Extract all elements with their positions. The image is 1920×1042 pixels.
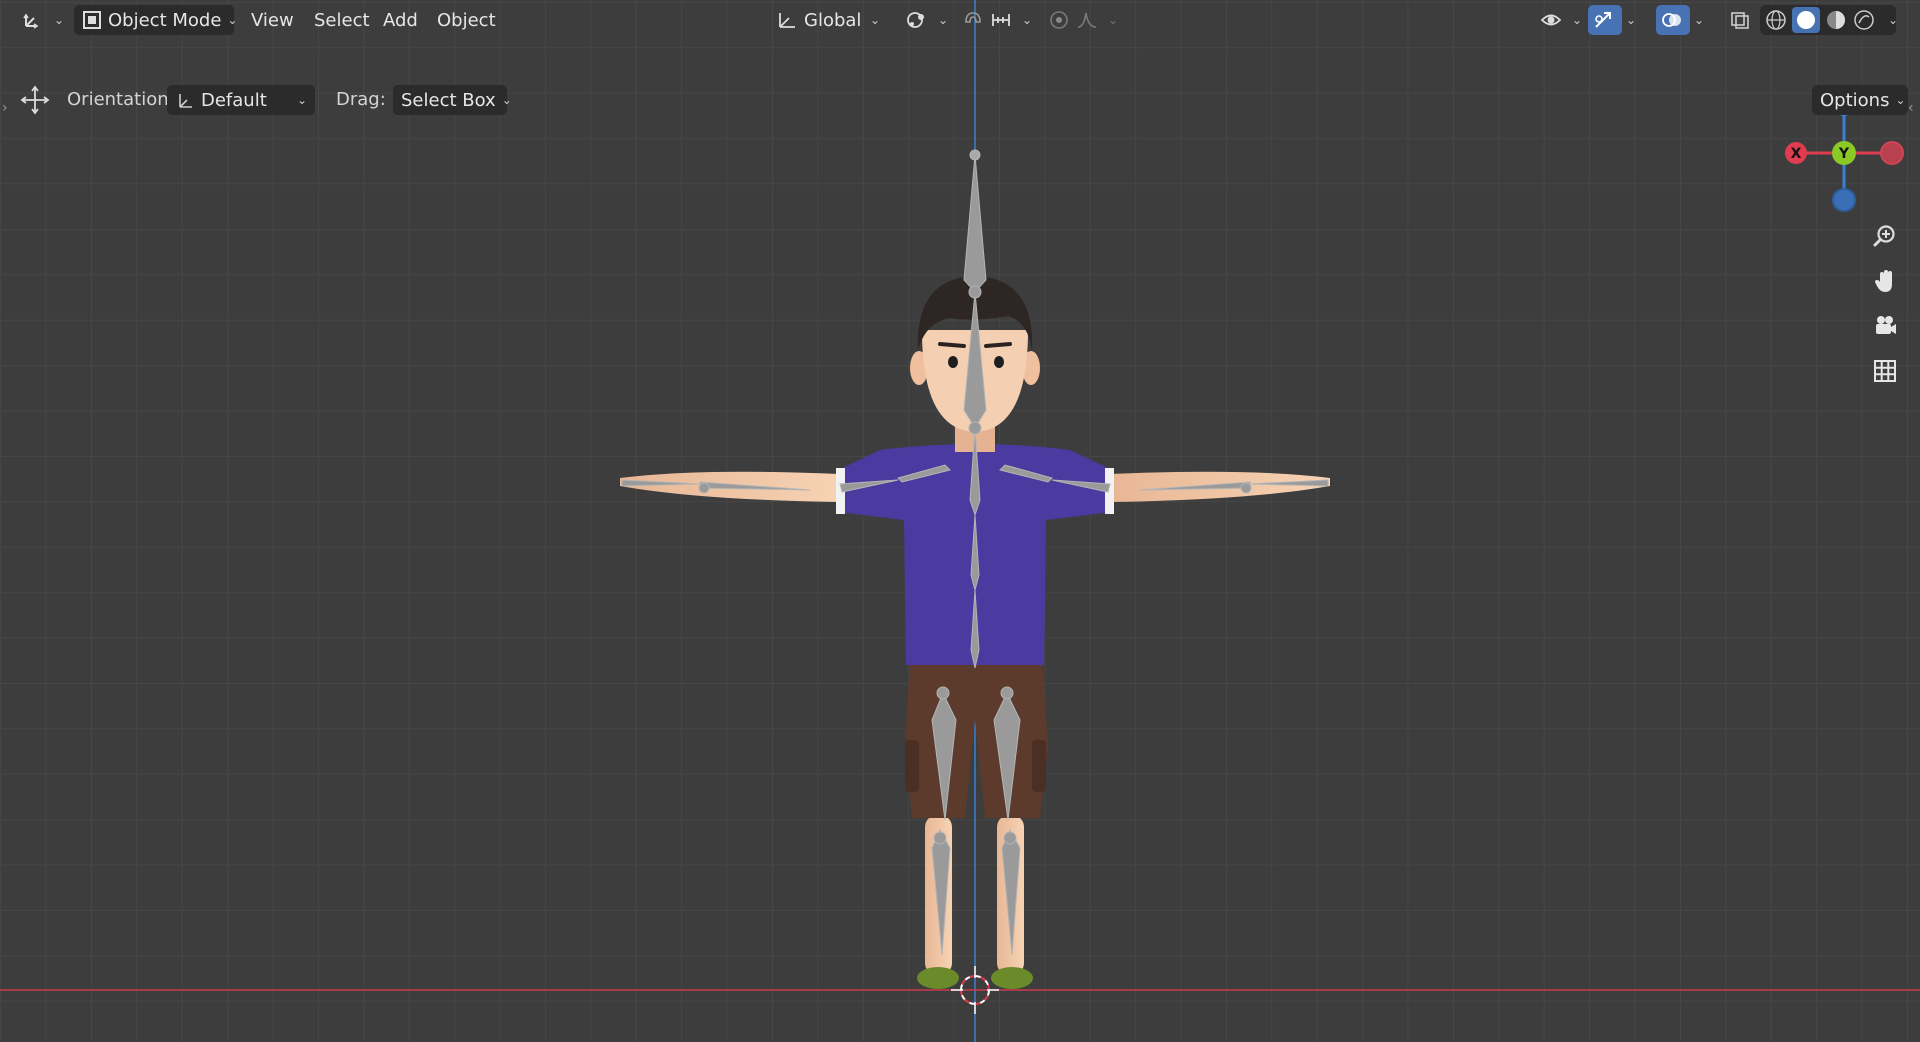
shading-mode-group: [1760, 5, 1896, 35]
pan-button[interactable]: [1866, 262, 1904, 300]
camera-icon: [1872, 313, 1898, 339]
object-mode-dropdown[interactable]: Object Mode ⌄: [74, 5, 237, 35]
toolbar-expand-arrow-icon[interactable]: ›: [2, 100, 8, 116]
left-shoe: [917, 967, 959, 989]
transform-orientation-icon: [776, 10, 798, 30]
solid-shading-icon[interactable]: [1792, 7, 1820, 33]
mode-label: Object Mode: [108, 9, 222, 31]
toggle-xray-button[interactable]: [1724, 5, 1758, 35]
pivot-icon: [906, 10, 928, 30]
menu-add[interactable]: Add: [375, 5, 426, 35]
orientation-dropdown[interactable]: Default ⌄: [167, 85, 315, 115]
gizmo-neg-x[interactable]: [1880, 141, 1904, 165]
drag-label: Drag:: [336, 89, 386, 110]
orientation-label: Orientation:: [67, 89, 175, 110]
move-tool-button[interactable]: [16, 85, 56, 115]
snap-icon: [962, 10, 984, 30]
rendered-shading-icon[interactable]: [1852, 9, 1876, 31]
drag-value: Select Box: [401, 89, 496, 111]
visibility-dropdown[interactable]: ⌄: [1532, 5, 1582, 35]
options-dropdown[interactable]: Options ⌄: [1812, 85, 1908, 115]
menu-view[interactable]: View: [243, 5, 302, 35]
gizmo-x-label: X: [1791, 146, 1802, 162]
pivot-point-dropdown[interactable]: ⌄: [898, 5, 948, 35]
wireframe-shading-icon[interactable]: [1764, 9, 1788, 31]
move-tool-icon: [20, 85, 50, 115]
overlay-icon: [1661, 10, 1683, 30]
viewport-header: ⌄ Object Mode ⌄ View Select Add Object Gl…: [0, 0, 1920, 40]
menu-select[interactable]: Select: [306, 5, 378, 35]
orientation-default-icon: [175, 90, 195, 110]
grid-icon: [1872, 358, 1898, 384]
shading-dropdown[interactable]: ⌄: [1884, 5, 1912, 35]
hand-pan-icon: [1872, 268, 1898, 294]
menu-object[interactable]: Object: [429, 5, 504, 35]
zoom-button[interactable]: [1866, 217, 1904, 255]
gizmo-icon: [1593, 10, 1615, 30]
editor-type-icon: [22, 10, 44, 30]
xray-icon: [1729, 10, 1751, 30]
falloff-curve-icon: [1076, 10, 1098, 30]
transform-orientation-dropdown[interactable]: Global ⌄: [768, 5, 888, 35]
drag-dropdown[interactable]: Select Box ⌄: [393, 85, 512, 115]
zoom-icon: [1872, 223, 1898, 249]
sidebar-expand-arrow-icon[interactable]: ‹: [1908, 100, 1914, 116]
right-shoe: [991, 967, 1033, 989]
toggle-gizmos-button[interactable]: [1588, 5, 1622, 35]
camera-view-button[interactable]: [1866, 307, 1904, 345]
material-shading-icon[interactable]: [1824, 9, 1848, 31]
visibility-icon: [1540, 10, 1562, 30]
tool-settings-bar: Orientation: Default ⌄ Drag: Select Box ⌄ …: [0, 40, 1920, 115]
orientation-global-label: Global: [804, 9, 862, 31]
proportional-icon: [1048, 10, 1070, 30]
proportional-editing[interactable]: ⌄: [1040, 5, 1118, 35]
editor-type-button[interactable]: ⌄: [14, 5, 64, 35]
gizmo-y-label: Y: [1838, 146, 1850, 162]
snap-increment-icon: [990, 10, 1012, 30]
options-label: Options: [1820, 89, 1890, 111]
toggle-overlays-button[interactable]: [1656, 5, 1690, 35]
object-mode-icon: [82, 10, 102, 30]
perspective-toggle-button[interactable]: [1866, 352, 1904, 390]
3d-viewport[interactable]: Z Y X: [0, 0, 1920, 1042]
orientation-value: Default: [201, 89, 267, 111]
gizmo-neg-z[interactable]: [1832, 188, 1856, 212]
overlays-dropdown[interactable]: ⌄: [1690, 5, 1716, 35]
gizmos-dropdown[interactable]: ⌄: [1622, 5, 1648, 35]
snap-controls[interactable]: ⌄: [954, 5, 1034, 35]
